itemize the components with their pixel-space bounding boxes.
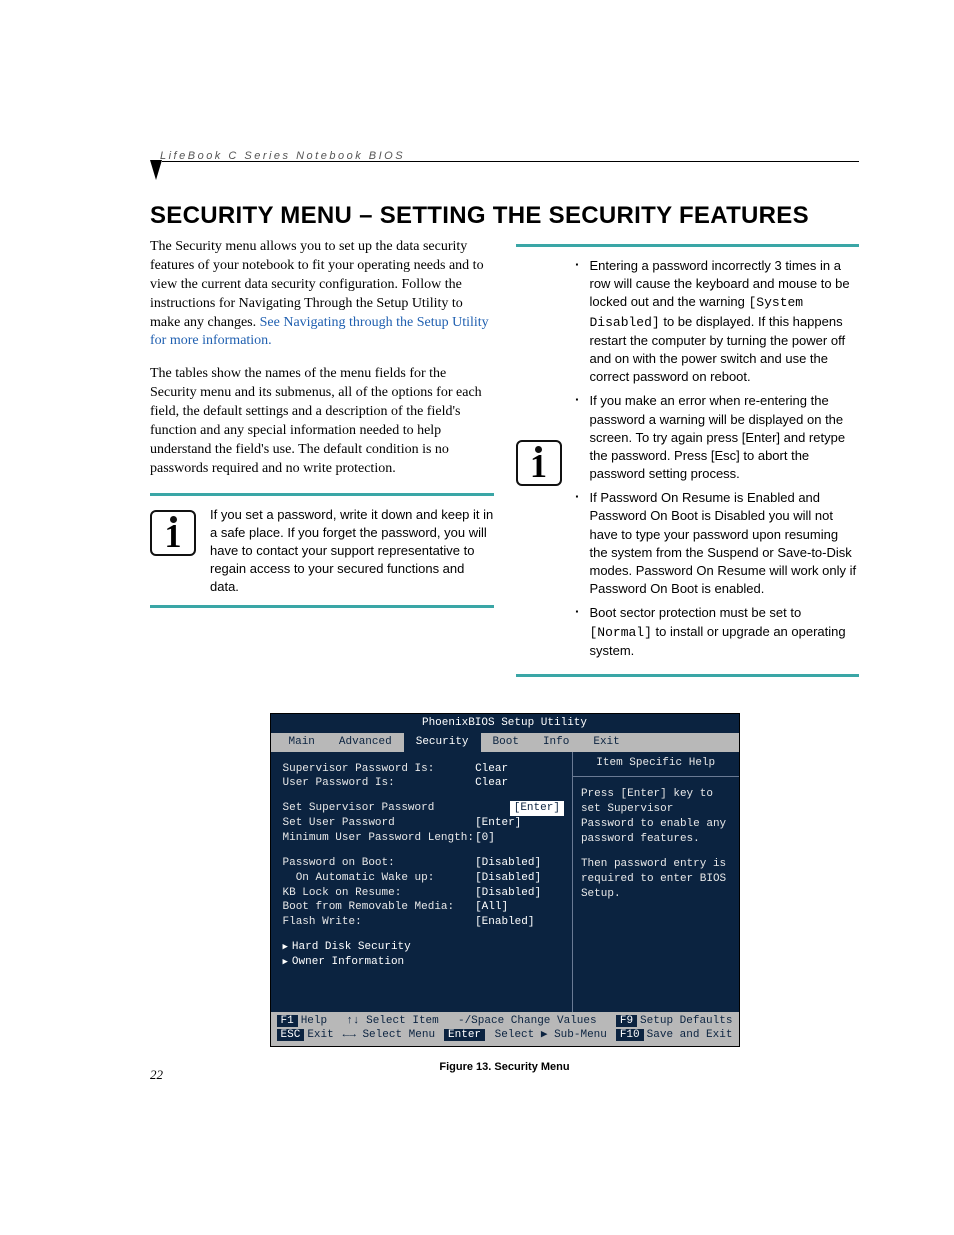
page-number: 22 — [150, 1067, 163, 1083]
bios-row[interactable]: Minimum User Password Length:[0] — [283, 831, 564, 846]
info-callout-right: 1 Entering a password incorrectly 3 time… — [516, 244, 860, 677]
callout-bullets: Entering a password incorrectly 3 times … — [576, 257, 860, 660]
bios-submenu[interactable]: Hard Disk Security — [283, 940, 564, 955]
bios-tab-exit[interactable]: Exit — [581, 733, 631, 752]
bios-row[interactable]: Supervisor Password Is:Clear — [283, 762, 564, 777]
bios-row[interactable]: Set Supervisor Password[Enter] — [283, 801, 564, 816]
bios-help-text-1: Press [Enter] key to set Supervisor Pass… — [581, 787, 731, 846]
callout-text: If you set a password, write it down and… — [210, 506, 494, 597]
bios-row[interactable]: KB Lock on Resume:[Disabled] — [283, 886, 564, 901]
bullet-2: If you make an error when re-entering th… — [576, 392, 860, 483]
intro-paragraph-1: The Security menu allows you to set up t… — [150, 238, 494, 351]
bios-row[interactable]: Password on Boot:[Disabled] — [283, 856, 564, 871]
page-title: SECURITY MENU – SETTING THE SECURITY FEA… — [150, 202, 859, 230]
bullet-3: If Password On Resume is Enabled and Pas… — [576, 489, 860, 598]
bios-help-text-2: Then password entry is required to enter… — [581, 857, 731, 902]
bios-tab-advanced[interactable]: Advanced — [327, 733, 404, 752]
bios-left-pane: Supervisor Password Is:Clear User Passwo… — [271, 752, 573, 1012]
bios-row[interactable]: Boot from Removable Media:[All] — [283, 900, 564, 915]
bullet-4: Boot sector protection must be set to [N… — [576, 604, 860, 660]
bios-title: PhoenixBIOS Setup Utility — [271, 714, 739, 733]
right-column: 1 Entering a password incorrectly 3 time… — [516, 238, 860, 695]
bios-figure: PhoenixBIOS Setup Utility Main Advanced … — [270, 713, 740, 1073]
header-corner-glyph — [150, 160, 162, 176]
header-rule — [150, 164, 859, 180]
figure-caption: Figure 13. Security Menu — [270, 1061, 740, 1073]
bios-tab-security[interactable]: Security — [404, 733, 481, 752]
bios-tab-boot[interactable]: Boot — [481, 733, 531, 752]
bios-tab-main[interactable]: Main — [277, 733, 327, 752]
bios-help-title: Item Specific Help — [573, 752, 739, 778]
info-callout-left: 1 If you set a password, write it down a… — [150, 493, 494, 608]
bullet-1: Entering a password incorrectly 3 times … — [576, 257, 860, 386]
bios-row[interactable]: User Password Is:Clear — [283, 776, 564, 791]
bios-tab-info[interactable]: Info — [531, 733, 581, 752]
bios-row[interactable]: Set User Password[Enter] — [283, 816, 564, 831]
bios-row[interactable]: On Automatic Wake up:[Disabled] — [283, 871, 564, 886]
bios-footer: F1Help ↑↓ Select Item -/Space Change Val… — [271, 1012, 739, 1047]
info-icon: 1 — [516, 440, 562, 486]
intro-paragraph-2: The tables show the names of the menu fi… — [150, 365, 494, 478]
info-icon: 1 — [150, 510, 196, 556]
bios-submenu[interactable]: Owner Information — [283, 955, 564, 970]
left-column: The Security menu allows you to set up t… — [150, 238, 494, 695]
bios-row[interactable]: Flash Write:[Enabled] — [283, 915, 564, 930]
bios-tabs: Main Advanced Security Boot Info Exit — [271, 733, 739, 752]
bios-right-pane: Item Specific Help Press [Enter] key to … — [573, 752, 739, 1012]
